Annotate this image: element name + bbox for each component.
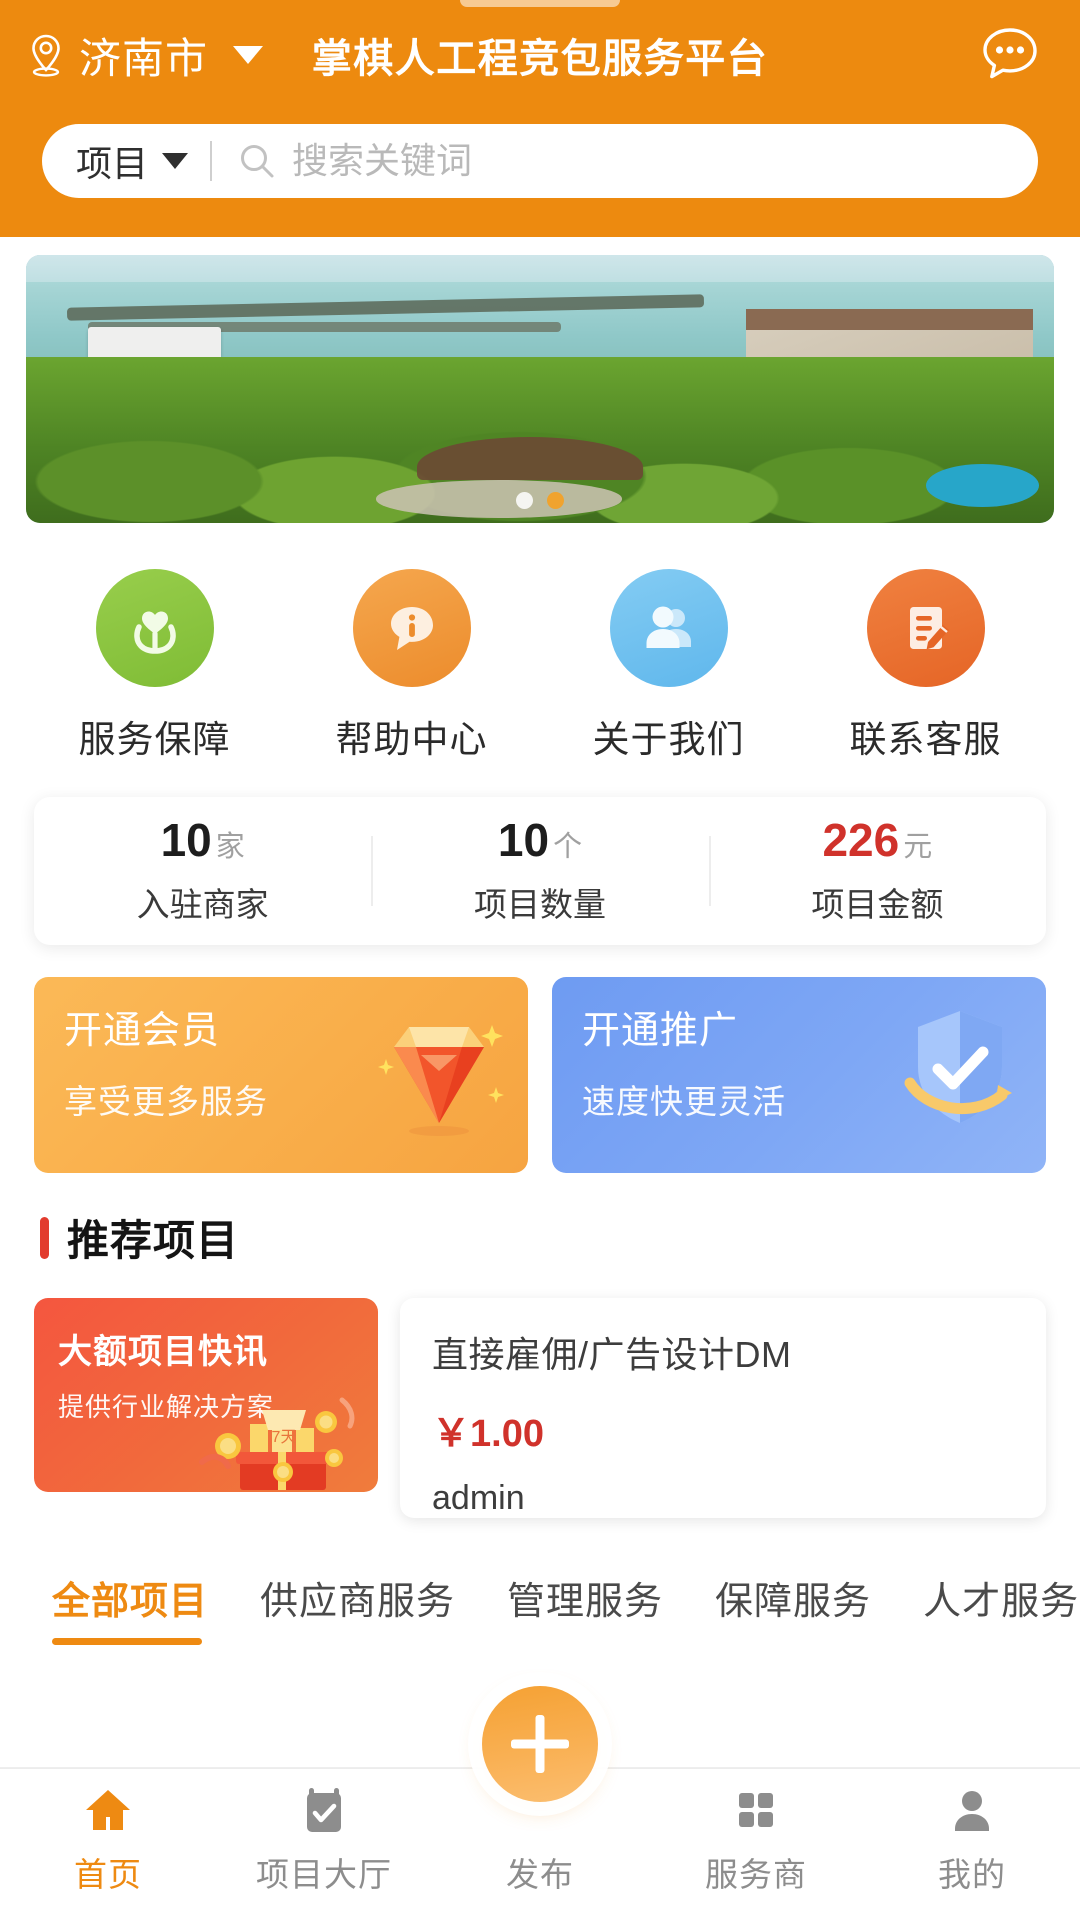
tab-talent-services[interactable]: 人才服务 bbox=[923, 1570, 1079, 1651]
plus-icon bbox=[511, 1715, 569, 1773]
quick-link-service-guarantee[interactable]: 服务保障 bbox=[26, 569, 283, 763]
recommended-projects-row: 大额项目快讯 提供行业解决方案 7天 直接雇佣/广告设计DM ￥1.00 adm… bbox=[0, 1268, 1080, 1518]
tab-guarantee-services[interactable]: 保障服务 bbox=[715, 1570, 871, 1651]
tab-label: 保障服务 bbox=[715, 1581, 872, 1623]
quick-link-label: 关于我们 bbox=[592, 719, 745, 760]
search-divider bbox=[210, 141, 213, 181]
info-bubble-icon bbox=[352, 569, 471, 687]
tab-label: 人才服务 bbox=[923, 1581, 1080, 1623]
nav-label: 首页 bbox=[74, 1856, 142, 1893]
location-selector[interactable]: 济南市 bbox=[26, 25, 264, 86]
svg-text:7天: 7天 bbox=[272, 1429, 297, 1446]
nav-label: 我的 bbox=[938, 1856, 1006, 1893]
chevron-down-icon bbox=[233, 46, 264, 64]
category-tabs: 全部项目 供应商服务 管理服务 保障服务 人才服务 bbox=[0, 1518, 1080, 1651]
banner-boat bbox=[87, 327, 222, 360]
grid-icon bbox=[728, 1782, 784, 1838]
stat-label: 项目金额 bbox=[811, 886, 944, 924]
diamond-icon bbox=[364, 995, 514, 1145]
search-input[interactable] bbox=[292, 140, 1032, 182]
promo-promotion[interactable]: 开通推广 速度快更灵活 bbox=[552, 977, 1046, 1173]
stats-wrap: 10 家 入驻商家 10 个 项目数量 226 元 项目金额 bbox=[0, 785, 1080, 945]
nav-item-home[interactable]: 首页 bbox=[0, 1782, 216, 1896]
clipboard-check-icon bbox=[296, 1782, 352, 1838]
quick-link-label: 联系客服 bbox=[849, 719, 1002, 760]
banner-pool bbox=[925, 464, 1039, 507]
stat-project-count: 10 个 项目数量 bbox=[371, 816, 708, 926]
home-icon bbox=[80, 1782, 136, 1838]
tab-supplier-services[interactable]: 供应商服务 bbox=[260, 1570, 455, 1651]
nav-label: 发布 bbox=[506, 1856, 574, 1893]
stat-project-amount: 226 元 项目金额 bbox=[709, 816, 1046, 926]
project-title: 直接雇佣/广告设计DM bbox=[432, 1334, 792, 1375]
stat-value: 226 元 bbox=[822, 813, 933, 866]
quick-link-about-us[interactable]: 关于我们 bbox=[540, 569, 797, 763]
project-publisher: admin bbox=[432, 1479, 525, 1517]
stats-card: 10 家 入驻商家 10 个 项目数量 226 元 项目金额 bbox=[34, 797, 1046, 945]
section-accent-bar bbox=[40, 1216, 49, 1259]
banner-courtyard bbox=[375, 480, 623, 518]
stat-label: 项目数量 bbox=[473, 886, 606, 924]
project-card[interactable]: 直接雇佣/广告设计DM ￥1.00 admin bbox=[400, 1298, 1046, 1518]
chat-bubble-dots-icon[interactable] bbox=[974, 19, 1046, 91]
location-pin-icon bbox=[26, 32, 66, 78]
quick-link-contact-support[interactable]: 联系客服 bbox=[797, 569, 1054, 763]
people-icon bbox=[609, 569, 728, 687]
search-category-selector[interactable]: 项目 bbox=[76, 135, 189, 187]
nav-item-profile[interactable]: 我的 bbox=[864, 1782, 1080, 1896]
banner-carousel[interactable] bbox=[26, 255, 1054, 523]
app-header: 济南市 掌棋人工程竞包服务平台 项目 bbox=[0, 0, 1080, 237]
stat-value: 10 个 bbox=[497, 813, 583, 866]
nav-label: 服务商 bbox=[705, 1856, 807, 1893]
search-icon bbox=[238, 142, 276, 180]
promo-banner-row: 开通会员 享受更多服务 开通推广 速度快更灵活 bbox=[0, 945, 1080, 1173]
tab-label: 管理服务 bbox=[507, 1581, 664, 1623]
gift-coins-icon: 7天 bbox=[184, 1366, 374, 1492]
search-category-label: 项目 bbox=[76, 143, 149, 184]
stat-value: 10 家 bbox=[160, 813, 245, 866]
project-news-banner[interactable]: 大额项目快讯 提供行业解决方案 7天 bbox=[34, 1298, 378, 1492]
banner-carousel-wrap bbox=[0, 237, 1080, 523]
nav-label: 项目大厅 bbox=[256, 1856, 392, 1893]
hands-heart-icon bbox=[95, 569, 214, 687]
search-bar[interactable]: 项目 bbox=[42, 124, 1038, 198]
publish-fab-button[interactable] bbox=[482, 1686, 598, 1802]
tab-label: 供应商服务 bbox=[260, 1581, 456, 1623]
stat-label: 入驻商家 bbox=[136, 886, 269, 924]
tab-label: 全部项目 bbox=[52, 1581, 209, 1623]
carousel-dot[interactable] bbox=[516, 492, 533, 509]
stat-unit: 元 bbox=[903, 830, 933, 863]
quick-link-label: 帮助中心 bbox=[335, 719, 488, 760]
tab-all-projects[interactable]: 全部项目 bbox=[52, 1570, 208, 1651]
stat-unit: 家 bbox=[215, 830, 245, 863]
section-header-recommended: 推荐项目 bbox=[0, 1173, 1080, 1268]
carousel-dot-active[interactable] bbox=[547, 492, 564, 509]
header-top-row: 济南市 掌棋人工程竞包服务平台 bbox=[0, 0, 1080, 110]
shield-check-icon bbox=[880, 989, 1040, 1149]
stat-merchants: 10 家 入驻商家 bbox=[34, 816, 371, 926]
location-label: 济南市 bbox=[79, 34, 209, 82]
project-price: ￥1.00 bbox=[432, 1413, 544, 1455]
carousel-dots[interactable] bbox=[516, 492, 564, 509]
section-title: 推荐项目 bbox=[67, 1217, 240, 1264]
nav-item-service-providers[interactable]: 服务商 bbox=[648, 1782, 864, 1896]
nav-item-project-hall[interactable]: 项目大厅 bbox=[216, 1782, 432, 1896]
tab-management-services[interactable]: 管理服务 bbox=[507, 1570, 663, 1651]
stat-unit: 个 bbox=[553, 830, 583, 863]
quick-link-help-center[interactable]: 帮助中心 bbox=[283, 569, 540, 763]
app-screen: 济南市 掌棋人工程竞包服务平台 项目 搜索关键词 服务保障 帮助中心 关于我们 … bbox=[0, 0, 1080, 1920]
quick-link-label: 服务保障 bbox=[78, 719, 231, 760]
document-edit-icon bbox=[866, 569, 985, 687]
chevron-down-icon bbox=[162, 153, 189, 169]
person-icon bbox=[944, 1782, 1000, 1838]
quick-links-row: 服务保障 帮助中心 关于我们 联系客服 bbox=[0, 523, 1080, 785]
promo-membership[interactable]: 开通会员 享受更多服务 bbox=[34, 977, 528, 1173]
